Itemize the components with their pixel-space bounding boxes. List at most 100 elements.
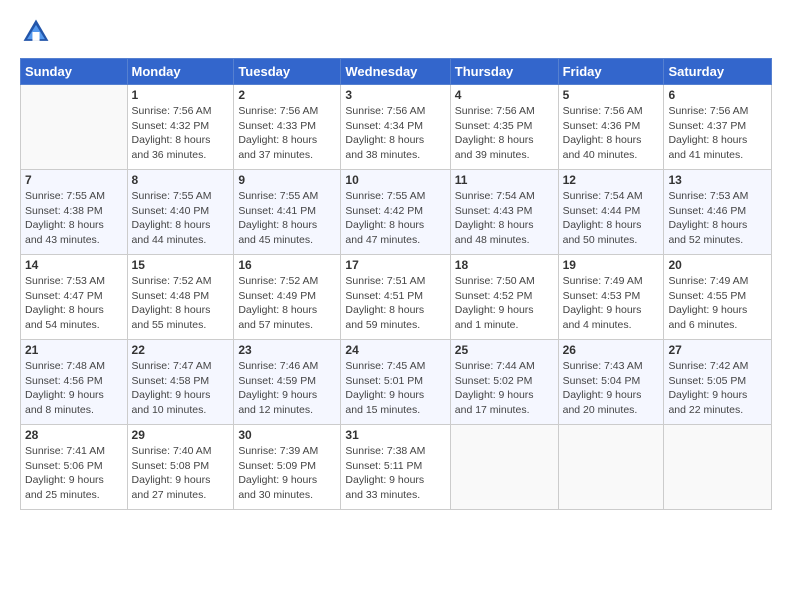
day-cell: 23 Sunrise: 7:46 AMSunset: 4:59 PMDayligh…: [234, 340, 341, 425]
day-info: Sunrise: 7:49 AMSunset: 4:55 PMDaylight:…: [668, 274, 767, 333]
day-cell: 11 Sunrise: 7:54 AMSunset: 4:43 PMDayligh…: [450, 170, 558, 255]
day-info: Sunrise: 7:56 AMSunset: 4:37 PMDaylight:…: [668, 104, 767, 163]
header-thursday: Thursday: [450, 59, 558, 85]
day-info: Sunrise: 7:39 AMSunset: 5:09 PMDaylight:…: [238, 444, 336, 503]
day-cell: 3Sunrise: 7:56 AMSunset: 4:34 PMDaylight…: [341, 85, 450, 170]
day-info: Sunrise: 7:56 AMSunset: 4:33 PMDaylight:…: [238, 104, 336, 163]
day-cell: 16 Sunrise: 7:52 AMSunset: 4:49 PMDayligh…: [234, 255, 341, 340]
day-cell: 6Sunrise: 7:56 AMSunset: 4:37 PMDaylight…: [664, 85, 772, 170]
day-info: Sunrise: 7:40 AMSunset: 5:08 PMDaylight:…: [132, 444, 230, 503]
day-info: Sunrise: 7:42 AMSunset: 5:05 PMDaylight:…: [668, 359, 767, 418]
week-row-3: 14 Sunrise: 7:53 AMSunset: 4:47 PMDayligh…: [21, 255, 772, 340]
logo-icon: [20, 16, 52, 48]
calendar-table: SundayMondayTuesdayWednesdayThursdayFrid…: [20, 58, 772, 510]
page: SundayMondayTuesdayWednesdayThursdayFrid…: [0, 0, 792, 612]
day-number: 23: [238, 343, 336, 357]
week-row-5: 28Sunrise: 7:41 AMSunset: 5:06 PMDayligh…: [21, 425, 772, 510]
day-number: 15: [132, 258, 230, 272]
day-cell: 25 Sunrise: 7:44 AMSunset: 5:02 PMDayligh…: [450, 340, 558, 425]
header-tuesday: Tuesday: [234, 59, 341, 85]
day-cell: 20 Sunrise: 7:49 AMSunset: 4:55 PMDayligh…: [664, 255, 772, 340]
day-cell: 14 Sunrise: 7:53 AMSunset: 4:47 PMDayligh…: [21, 255, 128, 340]
day-number: 26: [563, 343, 660, 357]
day-cell: 5 Sunrise: 7:56 AMSunset: 4:36 PMDaylight…: [558, 85, 664, 170]
day-info: Sunrise: 7:56 AMSunset: 4:35 PMDaylight:…: [455, 104, 554, 163]
day-info: Sunrise: 7:56 AMSunset: 4:32 PMDaylight:…: [132, 104, 230, 163]
day-cell: 4 Sunrise: 7:56 AMSunset: 4:35 PMDaylight…: [450, 85, 558, 170]
day-number: 5: [563, 88, 660, 102]
day-info: Sunrise: 7:43 AMSunset: 5:04 PMDaylight:…: [563, 359, 660, 418]
day-info: Sunrise: 7:55 AMSunset: 4:40 PMDaylight:…: [132, 189, 230, 248]
header-wednesday: Wednesday: [341, 59, 450, 85]
day-cell: 28Sunrise: 7:41 AMSunset: 5:06 PMDayligh…: [21, 425, 128, 510]
day-info: Sunrise: 7:52 AMSunset: 4:49 PMDaylight:…: [238, 274, 336, 333]
day-info: Sunrise: 7:49 AMSunset: 4:53 PMDaylight:…: [563, 274, 660, 333]
day-number: 11: [455, 173, 554, 187]
day-number: 3: [345, 88, 445, 102]
day-number: 4: [455, 88, 554, 102]
day-cell: 31 Sunrise: 7:38 AMSunset: 5:11 PMDayligh…: [341, 425, 450, 510]
day-cell: 18 Sunrise: 7:50 AMSunset: 4:52 PMDayligh…: [450, 255, 558, 340]
header-monday: Monday: [127, 59, 234, 85]
header-friday: Friday: [558, 59, 664, 85]
day-cell: 21 Sunrise: 7:48 AMSunset: 4:56 PMDayligh…: [21, 340, 128, 425]
day-cell: 29 Sunrise: 7:40 AMSunset: 5:08 PMDayligh…: [127, 425, 234, 510]
day-cell: 1 Sunrise: 7:56 AMSunset: 4:32 PMDaylight…: [127, 85, 234, 170]
day-number: 2: [238, 88, 336, 102]
logo: [20, 16, 56, 48]
day-info: Sunrise: 7:53 AMSunset: 4:46 PMDaylight:…: [668, 189, 767, 248]
week-row-2: 7 Sunrise: 7:55 AMSunset: 4:38 PMDaylight…: [21, 170, 772, 255]
day-number: 22: [132, 343, 230, 357]
day-info: Sunrise: 7:55 AMSunset: 4:41 PMDaylight:…: [238, 189, 336, 248]
day-info: Sunrise: 7:45 AMSunset: 5:01 PMDaylight:…: [345, 359, 445, 418]
day-cell: 13 Sunrise: 7:53 AMSunset: 4:46 PMDayligh…: [664, 170, 772, 255]
day-cell: 9 Sunrise: 7:55 AMSunset: 4:41 PMDaylight…: [234, 170, 341, 255]
week-row-4: 21 Sunrise: 7:48 AMSunset: 4:56 PMDayligh…: [21, 340, 772, 425]
day-cell: [21, 85, 128, 170]
day-info: Sunrise: 7:54 AMSunset: 4:44 PMDaylight:…: [563, 189, 660, 248]
day-number: 8: [132, 173, 230, 187]
day-info: Sunrise: 7:55 AMSunset: 4:38 PMDaylight:…: [25, 189, 123, 248]
day-info: Sunrise: 7:48 AMSunset: 4:56 PMDaylight:…: [25, 359, 123, 418]
day-number: 20: [668, 258, 767, 272]
day-number: 7: [25, 173, 123, 187]
day-cell: 8 Sunrise: 7:55 AMSunset: 4:40 PMDaylight…: [127, 170, 234, 255]
day-number: 24: [345, 343, 445, 357]
day-number: 27: [668, 343, 767, 357]
day-info: Sunrise: 7:47 AMSunset: 4:58 PMDaylight:…: [132, 359, 230, 418]
day-info: Sunrise: 7:54 AMSunset: 4:43 PMDaylight:…: [455, 189, 554, 248]
day-number: 31: [345, 428, 445, 442]
day-number: 30: [238, 428, 336, 442]
day-cell: 12 Sunrise: 7:54 AMSunset: 4:44 PMDayligh…: [558, 170, 664, 255]
day-number: 19: [563, 258, 660, 272]
day-info: Sunrise: 7:46 AMSunset: 4:59 PMDaylight:…: [238, 359, 336, 418]
day-info: Sunrise: 7:44 AMSunset: 5:02 PMDaylight:…: [455, 359, 554, 418]
day-info: Sunrise: 7:38 AMSunset: 5:11 PMDaylight:…: [345, 444, 445, 503]
day-number: 9: [238, 173, 336, 187]
day-info: Sunrise: 7:56 AMSunset: 4:36 PMDaylight:…: [563, 104, 660, 163]
day-number: 25: [455, 343, 554, 357]
day-number: 10: [345, 173, 445, 187]
day-number: 13: [668, 173, 767, 187]
day-number: 29: [132, 428, 230, 442]
day-cell: 27 Sunrise: 7:42 AMSunset: 5:05 PMDayligh…: [664, 340, 772, 425]
day-number: 14: [25, 258, 123, 272]
header-sunday: Sunday: [21, 59, 128, 85]
day-cell: 26 Sunrise: 7:43 AMSunset: 5:04 PMDayligh…: [558, 340, 664, 425]
day-number: 18: [455, 258, 554, 272]
day-number: 21: [25, 343, 123, 357]
day-cell: 24 Sunrise: 7:45 AMSunset: 5:01 PMDayligh…: [341, 340, 450, 425]
day-info: Sunrise: 7:53 AMSunset: 4:47 PMDaylight:…: [25, 274, 123, 333]
day-cell: 10Sunrise: 7:55 AMSunset: 4:42 PMDayligh…: [341, 170, 450, 255]
day-number: 12: [563, 173, 660, 187]
day-info: Sunrise: 7:50 AMSunset: 4:52 PMDaylight:…: [455, 274, 554, 333]
day-number: 1: [132, 88, 230, 102]
day-cell: 17Sunrise: 7:51 AMSunset: 4:51 PMDayligh…: [341, 255, 450, 340]
day-info: Sunrise: 7:41 AMSunset: 5:06 PMDaylight:…: [25, 444, 123, 503]
day-cell: 7 Sunrise: 7:55 AMSunset: 4:38 PMDaylight…: [21, 170, 128, 255]
day-cell: 2 Sunrise: 7:56 AMSunset: 4:33 PMDaylight…: [234, 85, 341, 170]
day-number: 17: [345, 258, 445, 272]
day-number: 16: [238, 258, 336, 272]
day-info: Sunrise: 7:52 AMSunset: 4:48 PMDaylight:…: [132, 274, 230, 333]
day-cell: 22 Sunrise: 7:47 AMSunset: 4:58 PMDayligh…: [127, 340, 234, 425]
